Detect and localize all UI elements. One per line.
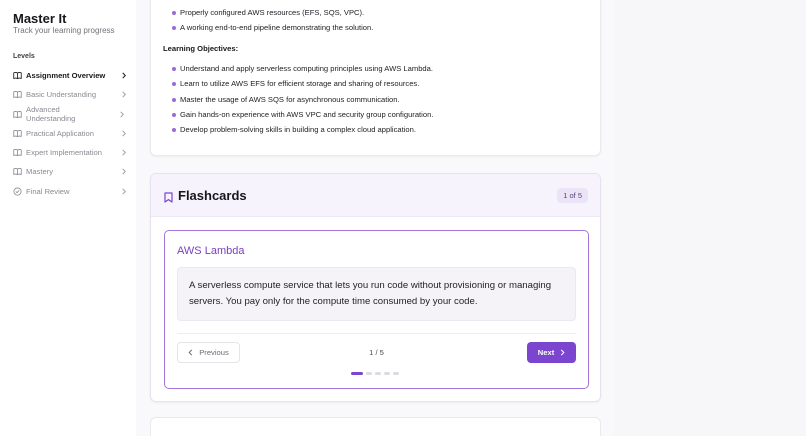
book-open-icon xyxy=(13,129,22,138)
list-item: A working end-to-end pipeline demonstrat… xyxy=(172,23,373,32)
next-section-card xyxy=(150,417,601,436)
app-subtitle: Track your learning progress xyxy=(13,26,115,35)
flashcard-progress-dots xyxy=(351,372,402,375)
sidebar-item-final-review[interactable]: Final Review xyxy=(8,181,128,200)
book-open-icon xyxy=(13,167,22,176)
bookmark-icon xyxy=(164,190,173,208)
chevron-right-icon xyxy=(560,349,565,356)
chevron-right-icon xyxy=(120,72,128,79)
page-indicator: 1 / 5 xyxy=(369,348,384,357)
sidebar-item-label: Expert Implementation xyxy=(26,148,102,158)
flashcard-count-badge: 1 of 5 xyxy=(557,188,588,203)
chevron-right-icon xyxy=(120,130,128,137)
check-circle-icon xyxy=(13,187,22,196)
progress-dot[interactable] xyxy=(384,372,390,375)
objective-text: Develop problem-solving skills in buildi… xyxy=(180,125,416,134)
bullet-dot xyxy=(172,25,176,30)
progress-dot[interactable] xyxy=(375,372,381,375)
levels-section-label: Levels xyxy=(13,53,35,60)
sidebar-item-label: Advanced Understanding xyxy=(26,105,76,124)
sidebar-item-basic-understanding[interactable]: Basic Understanding xyxy=(8,85,128,104)
book-open-icon xyxy=(13,71,22,80)
book-open-icon xyxy=(13,110,22,119)
objective-text: Understand and apply serverless computin… xyxy=(180,64,433,73)
list-item: Learn to utilize AWS EFS for efficient s… xyxy=(172,79,419,88)
list-item: Master the usage of AWS SQS for asynchro… xyxy=(172,95,400,104)
flashcards-card: Flashcards 1 of 5 AWS Lambda A serverles… xyxy=(150,173,601,402)
sidebar-item-label: Final Review xyxy=(26,186,70,196)
progress-dot[interactable] xyxy=(393,372,399,375)
bullet-dot xyxy=(172,66,176,71)
bullet-dot xyxy=(172,10,176,15)
chevron-right-icon xyxy=(120,168,128,175)
objective-text: Learn to utilize AWS EFS for efficient s… xyxy=(180,79,420,88)
flashcard-definition: A serverless compute service that lets y… xyxy=(177,267,576,321)
sidebar-item-mastery[interactable]: Mastery xyxy=(8,162,128,181)
levels-nav: Assignment Overview Basic Understanding … xyxy=(8,66,128,201)
sidebar-item-label: Mastery xyxy=(26,167,54,177)
objective-text: Master the usage of AWS SQS for asynchro… xyxy=(180,95,400,104)
learning-objectives-heading: Learning Objectives: xyxy=(163,44,239,53)
list-item: Gain hands-on experience with AWS VPC an… xyxy=(172,110,433,119)
overview-card: Properly configured AWS resources (EFS, … xyxy=(150,0,601,156)
deliverable-text: A working end-to-end pipeline demonstrat… xyxy=(180,23,374,32)
list-item: Properly configured AWS resources (EFS, … xyxy=(172,8,364,17)
next-button-label: Next xyxy=(537,348,555,357)
progress-dot[interactable] xyxy=(366,372,372,375)
flashcards-title: Flashcards xyxy=(178,188,247,203)
deliverable-text: Properly configured AWS resources (EFS, … xyxy=(180,8,365,17)
chevron-right-icon xyxy=(120,188,128,195)
chevron-right-icon xyxy=(120,149,128,156)
divider xyxy=(177,333,576,334)
sidebar: Master It Track your learning progress L… xyxy=(0,0,136,436)
sidebar-item-label: Assignment Overview xyxy=(26,71,106,81)
app-title: Master It xyxy=(13,11,67,26)
flashcard[interactable]: AWS Lambda A serverless compute service … xyxy=(164,230,589,389)
list-item: Understand and apply serverless computin… xyxy=(172,64,433,73)
sidebar-item-assignment-overview[interactable]: Assignment Overview xyxy=(8,66,128,85)
bullet-dot xyxy=(172,81,176,86)
book-open-icon xyxy=(13,148,22,157)
bullet-dot xyxy=(172,127,176,132)
list-item: Develop problem-solving skills in buildi… xyxy=(172,125,416,134)
sidebar-item-expert-implementation[interactable]: Expert Implementation xyxy=(8,143,128,162)
book-open-icon xyxy=(13,90,22,99)
flashcard-term: AWS Lambda xyxy=(177,245,245,257)
chevron-right-icon xyxy=(118,111,126,118)
chevron-right-icon xyxy=(120,91,128,98)
bullet-dot xyxy=(172,97,176,102)
sidebar-item-advanced-understanding[interactable]: Advanced Understanding xyxy=(8,105,128,124)
flashcards-header: Flashcards 1 of 5 xyxy=(151,174,600,217)
right-panel-area xyxy=(614,0,806,436)
sidebar-item-label: Basic Understanding xyxy=(26,90,97,100)
bullet-dot xyxy=(172,112,176,117)
sidebar-item-label: Practical Application xyxy=(26,128,94,138)
objective-text: Gain hands-on experience with AWS VPC an… xyxy=(180,110,434,119)
progress-dot-active[interactable] xyxy=(351,372,363,375)
next-button[interactable]: Next xyxy=(527,342,576,363)
sidebar-item-practical-application[interactable]: Practical Application xyxy=(8,124,128,143)
